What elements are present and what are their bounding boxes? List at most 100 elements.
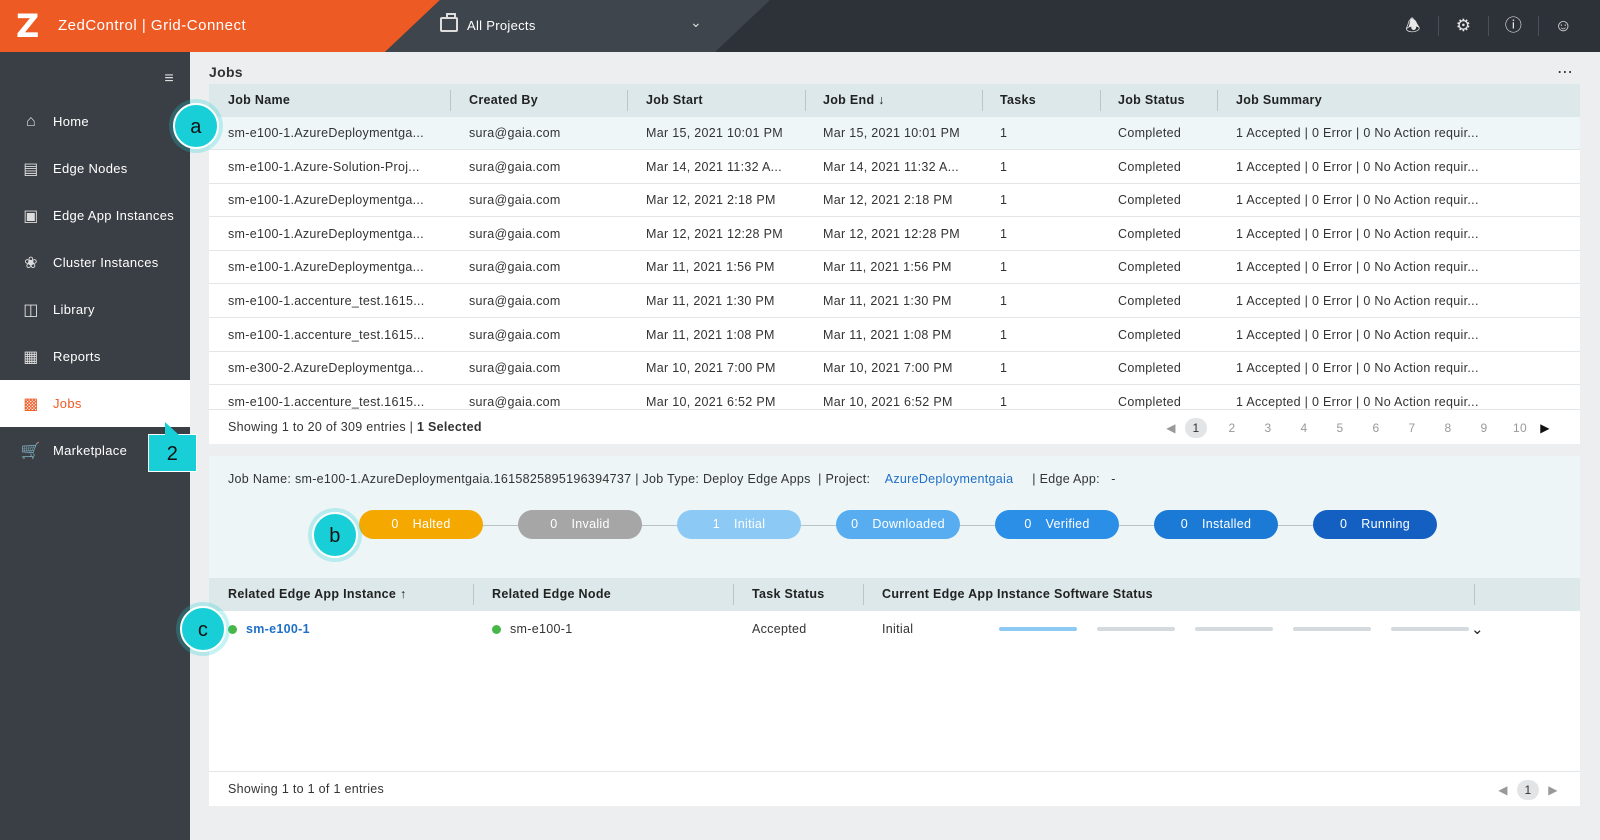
page-button[interactable]: 9 [1466, 421, 1502, 435]
tasks-cell: 1 [1000, 294, 1008, 308]
page-button[interactable]: 8 [1430, 421, 1466, 435]
sidebar-item-label: Edge App Instances [53, 208, 175, 223]
page-button[interactable]: 10 [1502, 421, 1538, 435]
bell-icon[interactable]: 🕭 [1388, 16, 1438, 36]
page-button[interactable]: 4 [1286, 421, 1322, 435]
status-count: 0 [391, 517, 399, 531]
reports-icon: ▦ [23, 348, 39, 366]
instance-link[interactable]: sm-e100-1 [246, 622, 310, 636]
pagination: ◀ 1 2 3 4 5 6 7 8 9 10 ▶ [1164, 418, 1552, 438]
table-row[interactable]: sm-e100-1.accenture_test.1615... sura@gai… [209, 319, 1580, 352]
next-page-icon[interactable]: ▶ [1546, 783, 1560, 797]
column-header[interactable]: Related Edge Node [492, 578, 611, 611]
table-row[interactable]: sm-e100-1.Azure-Solution-Proj... sura@gai… [209, 151, 1580, 184]
sidebar-item-label: Edge Nodes [53, 161, 128, 176]
job-info: Job Name: sm-e100-1.AzureDeploymentgaia.… [228, 472, 1116, 486]
table-row[interactable]: sm-e300-2.AzureDeploymentga... sura@gaia.… [209, 352, 1580, 386]
job-name-cell: sm-e100-1.AzureDeploymentga... [228, 260, 424, 275]
status-label: Initial [733, 517, 766, 531]
detail-table-header: Related Edge App Instance ↑ Related Edge… [209, 578, 1580, 611]
status-label: Halted [412, 517, 451, 531]
job-start-cell: Mar 12, 2021 12:28 PM [646, 226, 783, 241]
edge-app-label: | Edge App: [1032, 472, 1100, 486]
job-name-cell: sm-e300-2.AzureDeploymentga... [228, 361, 424, 376]
project-selector-label: All Projects [467, 18, 536, 33]
created-by-cell: sura@gaia.com [469, 394, 561, 409]
job-status-cell: Completed [1118, 126, 1182, 140]
page-button-current[interactable]: 1 [1517, 780, 1539, 800]
table-row[interactable]: sm-e100-1.AzureDeploymentga... sura@gaia.… [209, 184, 1580, 218]
sidebar-item-label: Cluster Instances [53, 255, 159, 270]
sidebar-item-cluster-instances[interactable]: ❀ Cluster Instances [0, 239, 190, 286]
project-link[interactable]: AzureDeploymentgaia [885, 472, 1014, 486]
table-row[interactable]: sm-e100-1.AzureDeploymentga... sura@gaia.… [209, 218, 1580, 251]
job-end-cell: Mar 12, 2021 12:28 PM [823, 226, 960, 241]
status-pill-invalid[interactable]: 0 Invalid [518, 510, 642, 539]
next-page-icon[interactable]: ▶ [1538, 421, 1552, 435]
gear-icon[interactable]: ⚙ [1438, 16, 1488, 36]
job-status-cell: Completed [1118, 159, 1182, 174]
prev-page-icon[interactable]: ◀ [1164, 421, 1178, 435]
table-row[interactable]: sm-e100-1.accenture_test.1615... sura@gai… [209, 285, 1580, 318]
menu-collapse-icon[interactable]: ≡ [164, 70, 174, 88]
progress-segment [999, 627, 1077, 631]
job-summary-cell: 1 Accepted | 0 Error | 0 No Action requi… [1236, 193, 1479, 208]
status-pill-verified[interactable]: 0 Verified [995, 510, 1119, 539]
table-row[interactable]: sm-e100-1 sm-e100-1 Accepted Initial ⌄ [209, 611, 1580, 647]
created-by-cell: sura@gaia.com [469, 126, 561, 140]
table-row[interactable]: sm-e100-1.AzureDeploymentga... sura@gaia.… [209, 117, 1580, 150]
project-selector[interactable]: All Projects ⌄ [385, 0, 770, 52]
sidebar-item-edge-nodes[interactable]: ▤ Edge Nodes [0, 145, 190, 192]
expand-chevron-icon[interactable]: ⌄ [1471, 611, 1484, 647]
status-pill-running[interactable]: 0 Running [1313, 510, 1437, 539]
software-status-value: Initial [882, 622, 914, 636]
created-by-cell: sura@gaia.com [469, 226, 561, 241]
column-header[interactable]: Current Edge App Instance Software Statu… [882, 578, 1153, 611]
page-button[interactable]: 6 [1358, 421, 1394, 435]
sidebar-item-jobs[interactable]: ▩ Jobs [0, 380, 190, 427]
table-footer: Showing 1 to 20 of 309 entries | 1 Selec… [209, 409, 1580, 444]
tasks-cell: 1 [1000, 361, 1008, 376]
status-count: 0 [1024, 517, 1032, 531]
chevron-down-icon[interactable]: ⌄ [690, 14, 702, 31]
job-start-cell: Mar 11, 2021 1:08 PM [646, 327, 775, 342]
table-row[interactable]: sm-e100-1.accenture_test.1615... sura@gai… [209, 386, 1580, 409]
cluster-icon: ❀ [24, 254, 38, 272]
table-row[interactable]: sm-e100-1.AzureDeploymentga... sura@gaia.… [209, 251, 1580, 285]
page-button[interactable]: 5 [1322, 421, 1358, 435]
status-pill-installed[interactable]: 0 Installed [1154, 510, 1278, 539]
status-pill-initial[interactable]: 1 Initial [677, 510, 801, 539]
job-name-cell: sm-e100-1.Azure-Solution-Proj... [228, 159, 420, 174]
sidebar-item-library[interactable]: ◫ Library [0, 286, 190, 333]
job-name-label: Job Name: [228, 472, 292, 486]
job-summary-cell: 1 Accepted | 0 Error | 0 No Action requi… [1236, 361, 1479, 376]
status-pill-downloaded[interactable]: 0 Downloaded [836, 510, 960, 539]
callout-c: c [180, 606, 226, 652]
status-dot [228, 625, 237, 635]
tasks-cell: 1 [1000, 159, 1008, 174]
page-button[interactable]: 2 [1214, 421, 1250, 435]
detail-table-footer: Showing 1 to 1 of 1 entries ◀ 1 ▶ [209, 771, 1580, 806]
user-icon[interactable]: ☺ [1538, 16, 1588, 36]
more-options-icon[interactable]: ⋯ [1557, 62, 1574, 82]
sidebar-item-reports[interactable]: ▦ Reports [0, 333, 190, 380]
job-end-cell: Mar 10, 2021 7:00 PM [823, 361, 953, 376]
job-end-cell: Mar 12, 2021 2:18 PM [823, 193, 953, 208]
callout-a: a [173, 103, 219, 149]
sidebar-item-edge-app-instances[interactable]: ▣ Edge App Instances [0, 192, 190, 239]
briefcase-icon [440, 13, 458, 32]
help-icon[interactable]: ⓘ [1488, 16, 1538, 36]
prev-page-icon[interactable]: ◀ [1496, 783, 1510, 797]
page-button[interactable]: 3 [1250, 421, 1286, 435]
page-button[interactable]: 7 [1394, 421, 1430, 435]
tasks-cell: 1 [1000, 394, 1008, 409]
app-instance-icon: ▣ [23, 207, 39, 225]
job-name-cell: sm-e100-1.AzureDeploymentga... [228, 126, 424, 140]
page-button-current[interactable]: 1 [1185, 418, 1207, 438]
sidebar-item-label: Jobs [53, 396, 82, 411]
status-pill-halted[interactable]: 0 Halted [359, 510, 483, 539]
sidebar-item-home[interactable]: ⌂ Home [0, 98, 190, 145]
column-header[interactable]: Related Edge App Instance ↑ [228, 578, 407, 611]
column-header[interactable]: Task Status [752, 578, 825, 611]
job-status-cell: Completed [1118, 294, 1182, 308]
